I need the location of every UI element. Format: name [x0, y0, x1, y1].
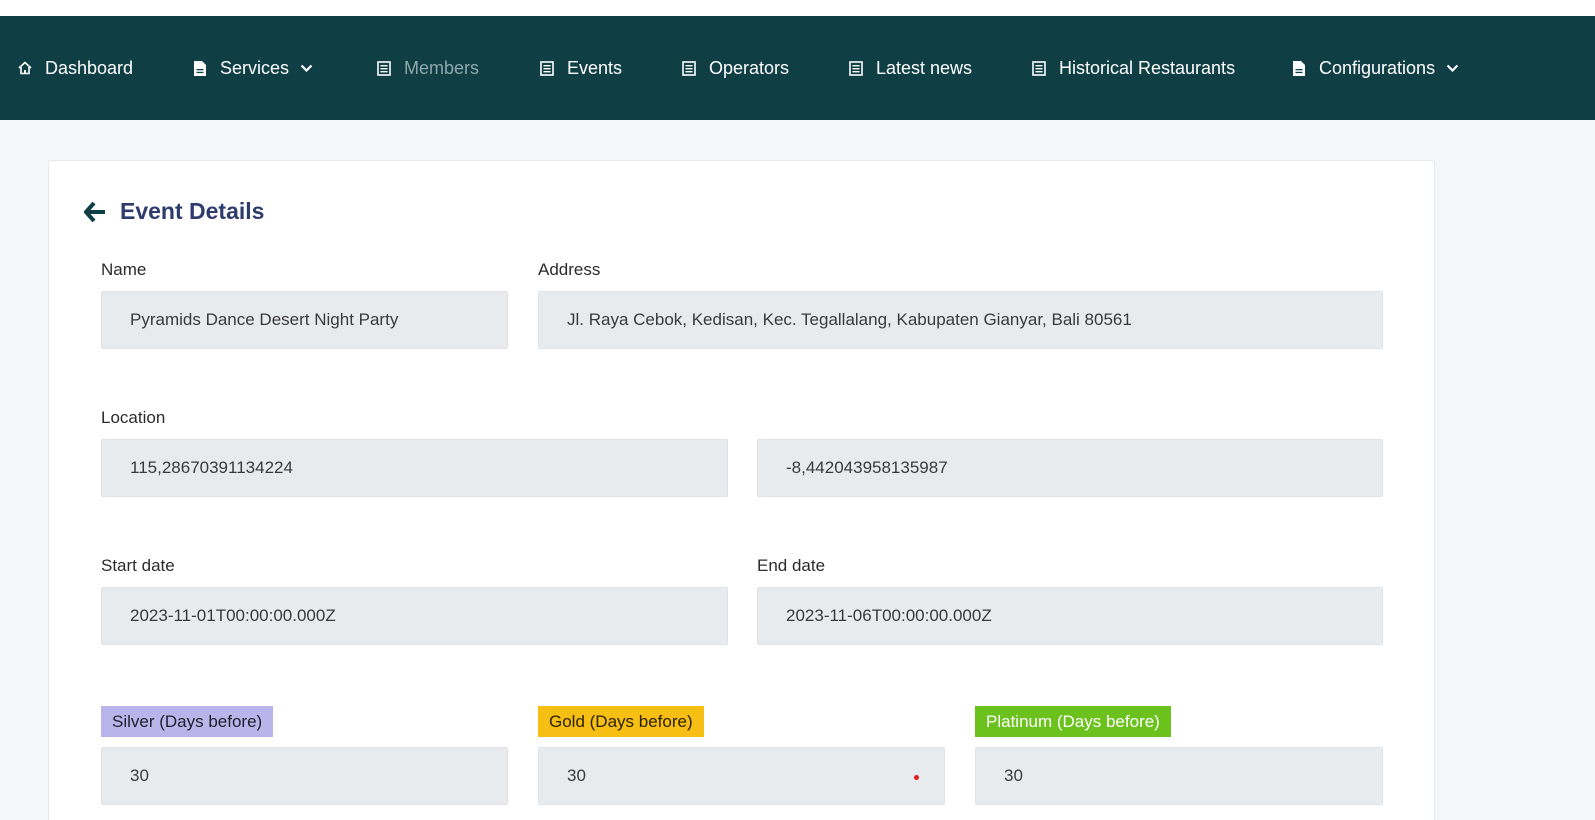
nav-label: Operators	[709, 57, 790, 78]
chevron-down-icon	[1445, 61, 1459, 75]
silver-days-field[interactable]: 30	[101, 747, 508, 805]
nav-label: Dashboard	[45, 57, 134, 78]
nav-label: Members	[404, 57, 480, 78]
nav-item-operators[interactable]: Operators	[681, 16, 789, 120]
nav-label: Latest news	[876, 57, 973, 78]
document-icon	[192, 60, 208, 76]
nav-item-latest-news[interactable]: Latest news	[848, 16, 972, 120]
name-label: Name	[101, 260, 147, 279]
nav-label: Events	[567, 57, 623, 78]
platinum-days-field[interactable]: 30	[975, 747, 1383, 805]
page-title: Event Details	[120, 198, 265, 224]
silver-days-label: Silver (Days before)	[101, 706, 274, 737]
nav-item-dashboard[interactable]: Dashboard	[17, 16, 133, 120]
nav-item-members[interactable]: Members	[376, 16, 479, 120]
platinum-days-label: Platinum (Days before)	[975, 706, 1171, 737]
name-field[interactable]: Pyramids Dance Desert Night Party	[101, 291, 508, 349]
nav-label: Historical Restaurants	[1059, 57, 1236, 78]
address-label: Address	[538, 260, 601, 279]
start-date-label: Start date	[101, 556, 175, 575]
document-icon	[1291, 60, 1307, 76]
start-date-field[interactable]: 2023-11-01T00:00:00.000Z	[101, 587, 728, 645]
location-label: Location	[101, 408, 166, 427]
back-arrow-icon[interactable]	[84, 200, 106, 224]
list-icon	[539, 60, 555, 76]
home-icon	[17, 60, 33, 76]
latitude-field[interactable]: -8,442043958135987	[757, 439, 1383, 497]
gold-days-field[interactable]: 30	[538, 747, 945, 805]
address-field[interactable]: Jl. Raya Cebok, Kedisan, Kec. Tegallalan…	[538, 291, 1383, 349]
required-indicator	[914, 775, 919, 780]
nav-item-services[interactable]: Services	[192, 16, 313, 120]
nav-item-historical-restaurants[interactable]: Historical Restaurants	[1031, 16, 1235, 120]
top-strip	[0, 0, 1595, 16]
list-icon	[376, 60, 392, 76]
end-date-field[interactable]: 2023-11-06T00:00:00.000Z	[757, 587, 1383, 645]
nav-label: Configurations	[1319, 57, 1436, 78]
nav-label: Services	[220, 57, 290, 78]
top-navbar: Dashboard Services Members Events Operat…	[0, 16, 1595, 120]
nav-item-configurations[interactable]: Configurations	[1291, 16, 1459, 120]
list-icon	[1031, 60, 1047, 76]
longitude-field[interactable]: 115,28670391134224	[101, 439, 728, 497]
chevron-down-icon	[299, 61, 313, 75]
list-icon	[848, 60, 864, 76]
list-icon	[681, 60, 697, 76]
end-date-label: End date	[757, 556, 826, 575]
nav-item-events[interactable]: Events	[539, 16, 622, 120]
gold-days-label: Gold (Days before)	[538, 706, 704, 737]
